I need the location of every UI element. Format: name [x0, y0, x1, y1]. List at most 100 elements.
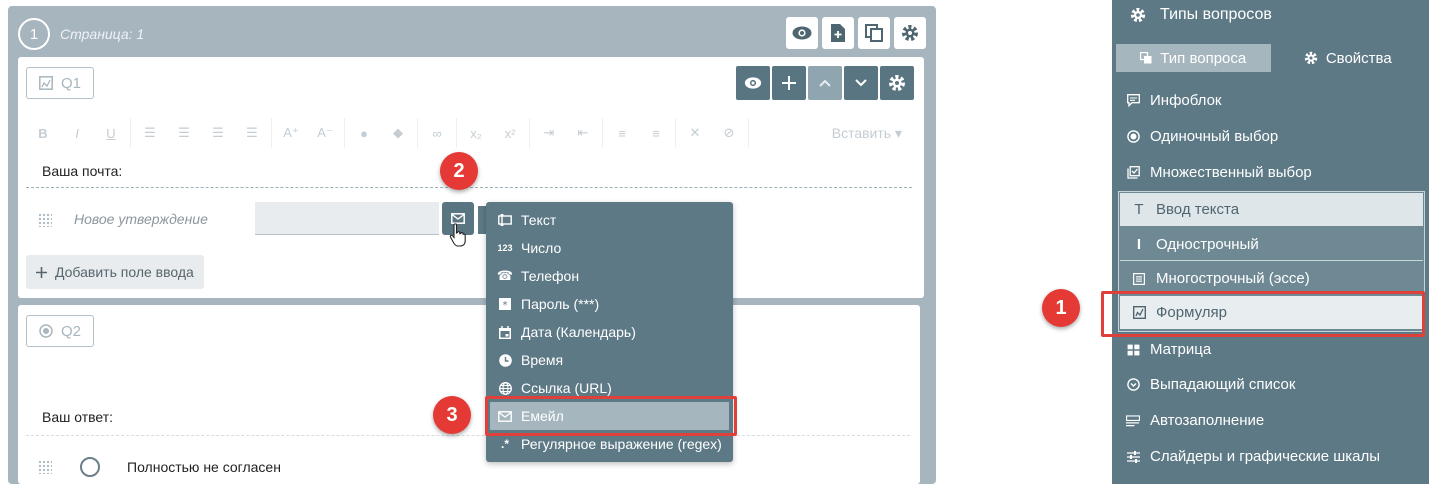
gear-icon [902, 25, 918, 41]
type-item-label: Однострочный [1156, 235, 1259, 253]
globe-icon [498, 381, 512, 395]
question-text[interactable]: Ваш ответ: [42, 409, 113, 425]
font-increase-button[interactable]: A⁺ [274, 125, 308, 141]
password-icon: * [498, 298, 512, 310]
underline-button[interactable]: U [94, 126, 128, 141]
menu-item-text[interactable]: Текст [486, 206, 733, 234]
tab-question-type[interactable]: Тип вопроса [1116, 44, 1271, 72]
page-settings-button[interactable] [894, 17, 926, 49]
question-move-down-button[interactable] [844, 66, 878, 100]
page-copy-button[interactable] [858, 17, 890, 49]
type-item-text-input[interactable]: T Ввод текста [1120, 193, 1423, 226]
type-item-label: Ввод текста [1156, 201, 1240, 218]
type-item-dropdown[interactable]: Выпадающий список [1126, 376, 1295, 393]
step-badge-2: 2 [440, 152, 478, 190]
page-preview-button[interactable] [786, 17, 818, 49]
bullet-list-icon[interactable]: ≡ [605, 126, 639, 141]
editor-screen: 1 Страница: 1 Q1 B I U ☰ ☰ ☰ ☰ A⁺ A⁻ ● ◆… [0, 0, 1429, 484]
type-item-info[interactable]: Инфоблок [1126, 92, 1222, 109]
eye-icon [792, 26, 812, 40]
multiline-icon [1132, 272, 1146, 285]
menu-item-phone[interactable]: ☎ Телефон [486, 262, 733, 290]
question-card-q2[interactable]: Q2 Ваш ответ: Полностью не согласен [18, 305, 920, 484]
toolbar-divider [748, 118, 749, 148]
chevron-circle-icon [1126, 378, 1140, 391]
drag-handle-icon[interactable] [38, 213, 52, 227]
tab-properties[interactable]: Свойства [1271, 44, 1426, 72]
menu-item-label: Пароль (***) [521, 296, 600, 312]
plus-icon [36, 266, 47, 278]
sliders-icon [1126, 450, 1140, 463]
menu-item-label: Дата (Календарь) [521, 324, 636, 340]
page-add-button[interactable] [822, 17, 854, 49]
clear-format-icon[interactable]: ✕ [678, 125, 712, 141]
statement-input[interactable]: Новое утверждение [74, 211, 208, 227]
italic-button[interactable]: I [60, 126, 94, 141]
menu-item-password[interactable]: * Пароль (***) [486, 290, 733, 318]
page-toolbar [786, 17, 926, 49]
type-item-label: Матрица [1150, 341, 1212, 358]
menu-item-label: Регулярное выражение (regex) [521, 436, 722, 452]
question-move-up-button[interactable] [808, 66, 842, 100]
question-settings-button[interactable] [880, 66, 914, 100]
drag-handle-icon[interactable] [38, 460, 52, 474]
type-item-label: Многострочный (эссе) [1156, 270, 1310, 287]
question-tag-q1[interactable]: Q1 [26, 67, 95, 99]
align-left-icon[interactable]: ☰ [133, 125, 167, 141]
numbered-list-icon[interactable]: ≡ [639, 126, 673, 141]
type-item-multi[interactable]: Множественный выбор [1126, 164, 1312, 181]
align-justify-icon[interactable]: ☰ [235, 125, 269, 141]
question-types-panel: Типы вопросов Тип вопроса Свойства Инфоб… [1112, 0, 1429, 484]
number-icon: 123 [497, 243, 513, 253]
palette-icon[interactable]: ● [347, 126, 381, 141]
indent-icon[interactable]: ⇥ [532, 125, 566, 141]
grid-icon [1126, 343, 1140, 356]
survey-page: 1 Страница: 1 Q1 B I U ☰ ☰ ☰ ☰ A⁺ A⁻ ● ◆… [8, 6, 936, 484]
type-item-single[interactable]: Одиночный выбор [1126, 128, 1278, 145]
type-item-matrix[interactable]: Матрица [1126, 341, 1211, 358]
gear-icon [1130, 7, 1146, 23]
align-right-icon[interactable]: ☰ [201, 125, 235, 141]
link-icon[interactable]: ∞ [420, 126, 454, 141]
type-item-single-line[interactable]: I Однострочный [1120, 228, 1423, 261]
option-label[interactable]: Полностью не согласен [127, 459, 281, 475]
remove-link-icon[interactable]: ⊘ [712, 125, 746, 141]
fill-color-icon[interactable]: ◆ [381, 125, 415, 141]
align-center-icon[interactable]: ☰ [167, 125, 201, 141]
question-preview-button[interactable] [736, 66, 770, 100]
question-tag-q2[interactable]: Q2 [26, 315, 95, 347]
add-input-field-button[interactable]: Добавить поле ввода [26, 255, 204, 289]
text-cursor-icon: I [1136, 235, 1142, 253]
plus-icon [782, 76, 796, 90]
superscript-button[interactable]: x² [493, 126, 527, 141]
radio-icon [39, 324, 53, 338]
question-text-divider [26, 435, 910, 436]
type-item-sliders[interactable]: Слайдеры и графические шкалы [1126, 448, 1380, 465]
hand-cursor-icon [449, 223, 466, 247]
menu-item-number[interactable]: 123 Число [486, 234, 733, 262]
page-number: 1 [18, 18, 50, 50]
question-add-button[interactable] [772, 66, 806, 100]
gear-icon [889, 75, 905, 91]
gear-icon [1304, 51, 1318, 65]
form-icon [39, 76, 53, 90]
question-text[interactable]: Ваша почта: [42, 163, 122, 179]
option-radio[interactable] [80, 457, 100, 477]
answer-field-preview [255, 202, 439, 235]
comment-icon [1126, 94, 1140, 107]
question-tag-label: Q1 [61, 74, 82, 92]
type-item-label: Выпадающий список [1150, 376, 1296, 393]
type-item-label: Автозаполнение [1150, 412, 1265, 429]
bold-button[interactable]: B [26, 126, 60, 141]
font-decrease-button[interactable]: A⁻ [308, 125, 342, 141]
radio-icon [1126, 130, 1140, 143]
menu-item-time[interactable]: Время [486, 346, 733, 374]
insert-dropdown[interactable]: Вставить ▾ [832, 125, 902, 142]
subscript-button[interactable]: x₂ [459, 126, 493, 141]
outdent-icon[interactable]: ⇤ [566, 125, 600, 141]
chevron-up-icon [819, 79, 831, 87]
menu-item-date[interactable]: Дата (Календарь) [486, 318, 733, 346]
type-item-autofill[interactable]: Автозаполнение [1126, 412, 1264, 429]
svg-text:*: * [503, 300, 508, 310]
toolbar-divider [344, 118, 345, 148]
